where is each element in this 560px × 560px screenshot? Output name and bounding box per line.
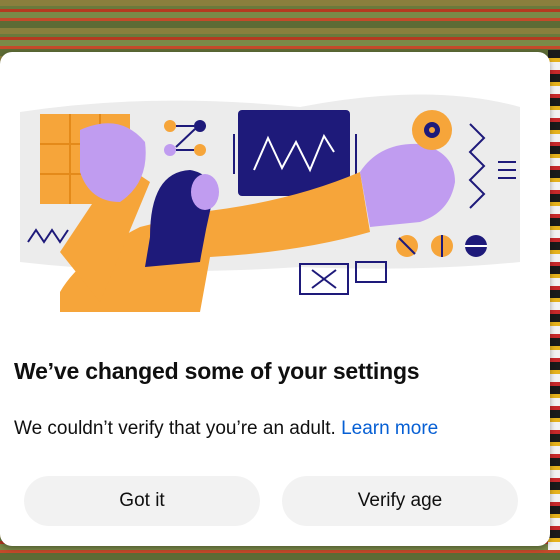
- learn-more-link[interactable]: Learn more: [341, 418, 438, 439]
- got-it-button[interactable]: Got it: [24, 476, 260, 526]
- dialog-title: We’ve changed some of your settings: [14, 358, 420, 384]
- settings-illustration: [20, 94, 520, 312]
- message-text: We couldn’t verify that you’re an adult.: [14, 418, 336, 439]
- verify-age-button[interactable]: Verify age: [282, 476, 518, 526]
- dialog-message: We couldn’t verify that you’re an adult.…: [14, 418, 438, 440]
- settings-changed-dialog: We’ve changed some of your settings We c…: [0, 52, 550, 546]
